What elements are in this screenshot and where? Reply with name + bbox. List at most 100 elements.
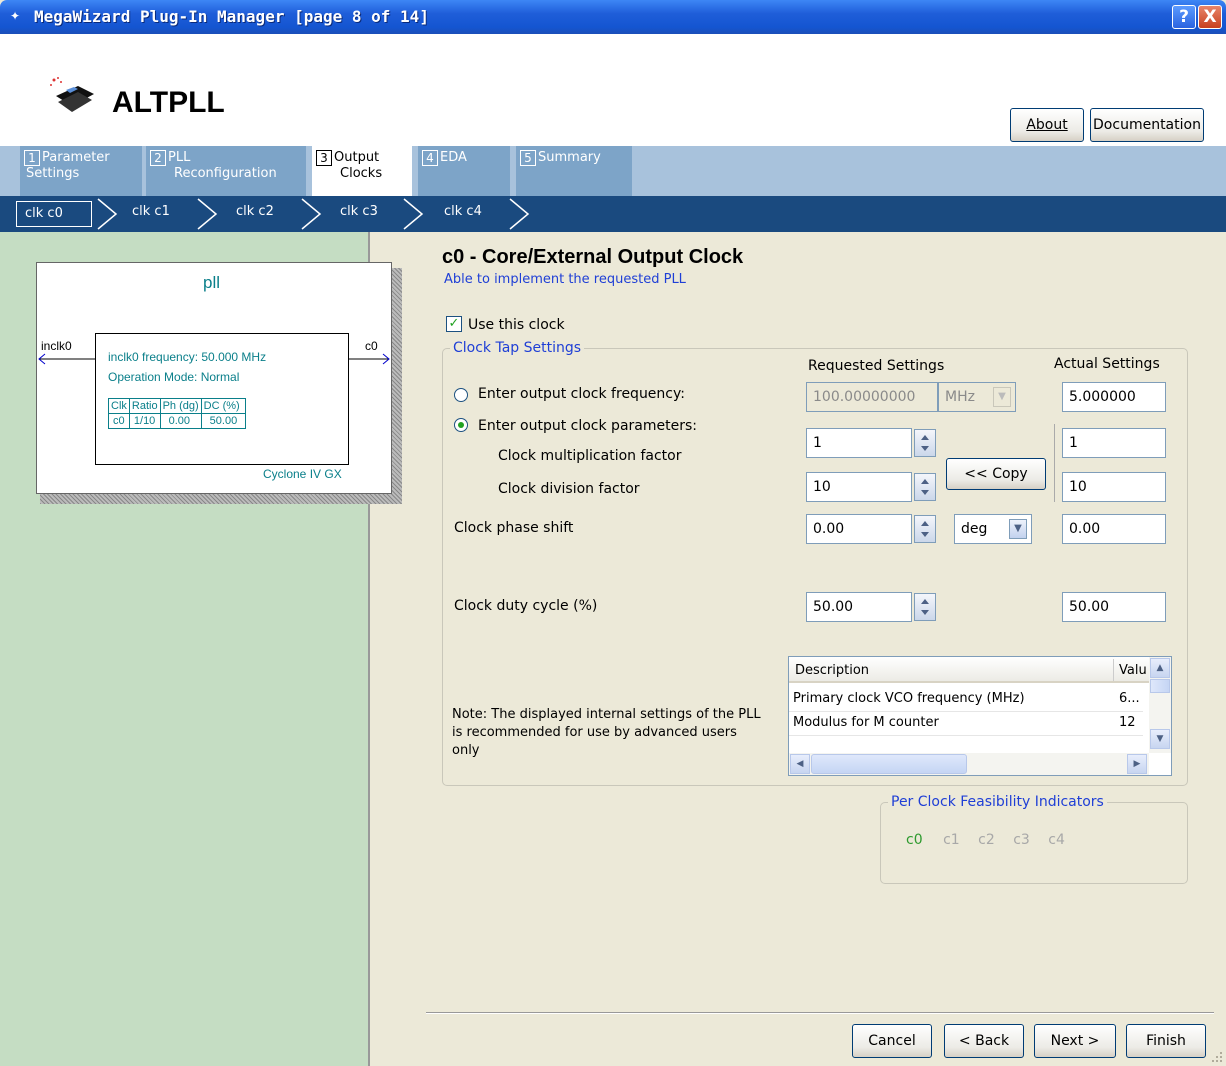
spinner-arrows-icon bbox=[921, 479, 929, 495]
table-header-description[interactable]: Description bbox=[795, 663, 869, 678]
device-label: Cyclone IV GX bbox=[263, 467, 342, 481]
frequency-unit-value: MHz bbox=[945, 389, 975, 405]
clk-tab-c4[interactable]: clk c4 bbox=[444, 204, 482, 219]
division-factor-input[interactable]: 10 bbox=[806, 472, 912, 502]
actual-duty-field: 50.00 bbox=[1062, 592, 1166, 622]
table-header-value[interactable]: Valu bbox=[1119, 663, 1147, 678]
internal-settings-table[interactable]: Description Valu Primary clock VCO frequ… bbox=[788, 656, 1172, 776]
table-cell: c0 bbox=[108, 413, 130, 429]
horizontal-scrollbar[interactable]: ◀ ▶ bbox=[789, 753, 1149, 775]
help-button[interactable]: ? bbox=[1172, 5, 1196, 29]
clk-tab-c3[interactable]: clk c3 bbox=[340, 204, 378, 219]
feasibility-c2: c2 bbox=[978, 832, 995, 848]
tab-eda[interactable]: 4 EDA bbox=[418, 146, 510, 196]
clk-tab-c2[interactable]: clk c2 bbox=[236, 204, 274, 219]
output-frequency-input[interactable]: 100.00000000 bbox=[806, 382, 938, 412]
tab-parameter-settings[interactable]: 1 Parameter Settings bbox=[20, 146, 142, 196]
scroll-up-icon[interactable]: ▲ bbox=[1150, 658, 1170, 678]
close-button[interactable]: X bbox=[1198, 5, 1222, 29]
clk-tab-c0[interactable]: clk c0 bbox=[16, 201, 92, 227]
actual-division-field: 10 bbox=[1062, 472, 1166, 502]
pll-core: inclk0 frequency: 50.000 MHz Operation M… bbox=[95, 333, 349, 465]
feasibility-c4: c4 bbox=[1048, 832, 1065, 848]
app-title: ALTPLL bbox=[112, 86, 225, 119]
clock-tap-settings-legend: Clock Tap Settings bbox=[450, 340, 585, 356]
duty-cycle-label: Clock duty cycle (%) bbox=[454, 598, 598, 614]
input-port-label: inclk0 bbox=[41, 339, 72, 353]
feasibility-c0: c0 bbox=[906, 832, 923, 848]
duty-spinner[interactable] bbox=[914, 593, 936, 621]
chevron-right-icon bbox=[197, 198, 218, 230]
table-header: Clk bbox=[108, 398, 130, 414]
use-clock-checkbox[interactable]: ✓ bbox=[446, 316, 462, 332]
vertical-scrollbar[interactable]: ▲ ▼ bbox=[1149, 657, 1171, 753]
spinner-arrows-icon bbox=[921, 521, 929, 537]
tab-label: PLL bbox=[168, 150, 191, 165]
tab-label: Clocks bbox=[340, 166, 383, 181]
about-button[interactable]: About bbox=[1010, 108, 1084, 142]
dropdown-arrow-icon: ▼ bbox=[1009, 519, 1027, 539]
row-divider bbox=[789, 711, 1143, 712]
finish-button[interactable]: Finish bbox=[1126, 1024, 1206, 1058]
next-button[interactable]: Next > bbox=[1034, 1024, 1116, 1058]
table-cell: 0.00 bbox=[159, 413, 202, 429]
scroll-thumb[interactable] bbox=[811, 754, 967, 774]
clock-tabs: clk c0 clk c1 clk c2 clk c3 clk c4 bbox=[0, 196, 1226, 232]
feasibility-c1: c1 bbox=[943, 832, 960, 848]
window-title: MegaWizard Plug-In Manager [page 8 of 14… bbox=[34, 7, 429, 26]
multiplication-spinner[interactable] bbox=[914, 429, 936, 457]
back-button[interactable]: < Back bbox=[944, 1024, 1024, 1058]
page-title: c0 - Core/External Output Clock bbox=[442, 246, 744, 268]
advanced-note: Note: The displayed internal settings of… bbox=[452, 707, 761, 758]
pll-summary-table: Clk Ratio Ph (dg) DC (%) c0 1/10 0.00 50… bbox=[108, 398, 247, 429]
title-bar[interactable]: ✦ MegaWizard Plug-In Manager [page 8 of … bbox=[0, 0, 1226, 34]
tab-number: 2 bbox=[150, 150, 166, 166]
chevron-right-icon bbox=[403, 198, 424, 230]
phase-unit-value: deg bbox=[961, 521, 988, 537]
chevron-right-icon bbox=[509, 198, 530, 230]
multiplication-factor-input[interactable]: 1 bbox=[806, 428, 912, 458]
frequency-radio-label: Enter output clock frequency: bbox=[478, 386, 685, 402]
scroll-left-icon[interactable]: ◀ bbox=[790, 754, 810, 774]
header: ALTPLL About Documentation bbox=[0, 34, 1226, 146]
scroll-down-icon[interactable]: ▼ bbox=[1150, 729, 1170, 749]
pll-name: pll bbox=[203, 273, 221, 292]
chevron-right-icon bbox=[301, 198, 322, 230]
dropdown-arrow-icon: ▼ bbox=[993, 387, 1011, 407]
tab-number: 3 bbox=[316, 150, 332, 166]
tab-output-clocks[interactable]: 3 Output Clocks bbox=[312, 146, 412, 196]
parameters-radio[interactable] bbox=[454, 418, 468, 432]
table-header: Ph (dg) bbox=[159, 398, 202, 414]
division-spinner[interactable] bbox=[914, 473, 936, 501]
phase-shift-input[interactable]: 0.00 bbox=[806, 514, 912, 544]
documentation-button[interactable]: Documentation bbox=[1090, 108, 1204, 142]
copy-button[interactable]: << Copy bbox=[946, 458, 1046, 490]
clk-tab-c1[interactable]: clk c1 bbox=[132, 204, 170, 219]
resize-grip-icon[interactable] bbox=[1210, 1050, 1224, 1064]
requested-settings-header: Requested Settings bbox=[808, 358, 945, 374]
tab-label: Settings bbox=[26, 166, 80, 181]
duty-cycle-input[interactable]: 50.00 bbox=[806, 592, 912, 622]
table-header: DC (%) bbox=[200, 398, 247, 414]
pll-mode: Operation Mode: Normal bbox=[108, 370, 240, 384]
parameters-radio-label: Enter output clock parameters: bbox=[478, 418, 697, 434]
frequency-radio[interactable] bbox=[454, 388, 468, 402]
phase-spinner[interactable] bbox=[914, 515, 936, 543]
output-port-label: c0 bbox=[365, 339, 378, 353]
cancel-button[interactable]: Cancel bbox=[852, 1024, 932, 1058]
table-cell: 6... bbox=[1119, 691, 1140, 706]
actual-frequency-field: 5.000000 bbox=[1062, 382, 1166, 412]
use-clock-label: Use this clock bbox=[468, 317, 565, 333]
copy-bracket bbox=[1054, 424, 1055, 502]
input-arrow-icon bbox=[38, 353, 95, 365]
scroll-right-icon[interactable]: ▶ bbox=[1127, 754, 1147, 774]
table-cell: 1/10 bbox=[128, 413, 161, 429]
phase-unit-select[interactable]: deg ▼ bbox=[954, 514, 1032, 544]
frequency-unit-select[interactable]: MHz ▼ bbox=[938, 382, 1016, 412]
scroll-thumb[interactable] bbox=[1150, 679, 1170, 693]
pll-block: pll inclk0 frequency: 50.000 MHz Operati… bbox=[36, 262, 392, 494]
output-arrow-icon bbox=[349, 353, 390, 365]
tab-pll-reconfiguration[interactable]: 2 PLL Reconfiguration bbox=[146, 146, 306, 196]
tab-summary[interactable]: 5 Summary bbox=[516, 146, 632, 196]
tab-label: Reconfiguration bbox=[174, 166, 277, 181]
